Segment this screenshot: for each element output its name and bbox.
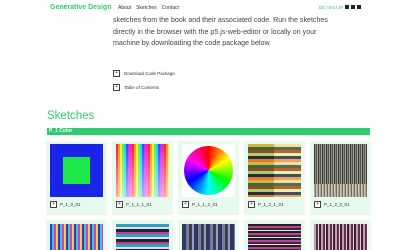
lang-separator: / (335, 5, 338, 10)
toc-link[interactable]: + Table of Contents (113, 84, 159, 91)
sketch-label-row: + P_1_2_2_01 (314, 201, 350, 208)
sketch-card[interactable]: + P_1_2_2_01 (310, 141, 371, 215)
sketch-label: P_1_1_1_01 (126, 202, 152, 207)
toc-label: Table of Contents (124, 85, 160, 90)
nav-about[interactable]: About (118, 5, 131, 11)
sketch-thumbnail[interactable] (50, 224, 103, 250)
download-link[interactable]: + Download Code Package (113, 70, 175, 77)
plus-icon[interactable]: + (182, 201, 189, 208)
github-icon[interactable] (345, 5, 349, 9)
lang-de[interactable]: DE (319, 5, 325, 10)
sketch-label-row: + P_1_0_01 (50, 201, 81, 208)
sketch-label: P_1_0_01 (60, 202, 81, 207)
plus-icon[interactable]: + (314, 201, 321, 208)
sketch-thumbnail[interactable] (116, 144, 169, 197)
twitter-icon[interactable] (351, 5, 355, 9)
sketch-label: P_1_2_2_01 (324, 202, 350, 207)
lang-jp[interactable]: JP (338, 5, 343, 10)
sketch-label: P_1_1_2_01 (192, 202, 218, 207)
lang-en[interactable]: EN (329, 5, 335, 10)
sketch-card[interactable]: + P_1_2_1_01 (244, 141, 305, 215)
intro-text: sketches from the book and their associa… (113, 16, 328, 47)
sketch-thumbnail[interactable] (182, 224, 235, 250)
plus-icon[interactable]: + (116, 201, 123, 208)
green-square (63, 157, 90, 184)
social-icons (345, 5, 361, 9)
sketch-card[interactable] (244, 220, 305, 250)
sketch-card[interactable] (46, 220, 107, 250)
sketch-card[interactable]: + P_1_0_01 (46, 141, 107, 215)
sketch-card[interactable] (310, 220, 371, 250)
sketch-thumbnail[interactable] (50, 144, 103, 197)
category-label: P_1 Color (49, 128, 73, 134)
sketch-thumbnail[interactable] (314, 144, 367, 197)
sketch-thumbnail[interactable] (314, 224, 367, 250)
sketch-card[interactable]: + P_1_1_2_01 (178, 141, 239, 215)
sketch-card[interactable] (112, 220, 173, 250)
plus-icon[interactable]: + (50, 201, 57, 208)
lang-separator: / (326, 5, 328, 10)
brand-logo[interactable]: Generative Design (50, 4, 111, 11)
color-wheel (184, 146, 233, 195)
sketch-label-row: + P_1_1_2_01 (182, 201, 218, 208)
plus-icon: + (113, 84, 120, 91)
nav-sketches[interactable]: Sketches (136, 5, 157, 11)
sketch-label-row: + P_1_2_1_01 (248, 201, 284, 208)
sketch-card[interactable]: + P_1_1_1_01 (112, 141, 173, 215)
facebook-icon[interactable] (357, 5, 361, 9)
plus-icon[interactable]: + (248, 201, 255, 208)
sketch-card[interactable] (178, 220, 239, 250)
plus-icon: + (113, 70, 120, 77)
language-switcher: DE / EN / JP (319, 5, 343, 10)
download-label: Download Code Package (124, 71, 175, 76)
sketch-label: P_1_2_1_01 (258, 202, 284, 207)
main-nav: About Sketches Contact (118, 5, 179, 11)
sketch-thumbnail[interactable] (182, 144, 235, 197)
sketch-thumbnail[interactable] (248, 224, 301, 250)
category-bar[interactable]: P_1 Color (47, 128, 370, 135)
gradient-strip (274, 144, 301, 197)
sketches-heading: Sketches (47, 110, 95, 122)
sketch-label-row: + P_1_1_1_01 (116, 201, 152, 208)
noise-band (314, 184, 367, 197)
nav-contact[interactable]: Contact (162, 5, 179, 11)
sketch-thumbnail[interactable] (248, 144, 301, 197)
sketch-thumbnail[interactable] (116, 224, 169, 250)
